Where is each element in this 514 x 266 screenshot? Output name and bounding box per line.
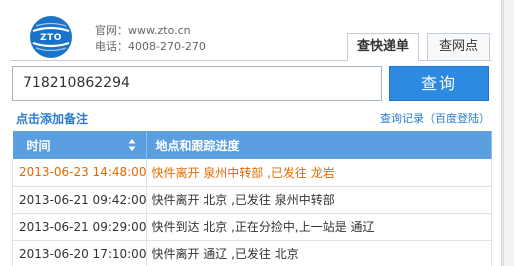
tab-query-outlet[interactable]: 查网点 <box>427 33 490 60</box>
time-header-label: 时间 <box>26 138 51 153</box>
table-row: 2013-06-20 17:10:00 快件离开 通辽 ,已发往 北京 <box>11 240 492 266</box>
place-column-header: 地点和跟踪进度 <box>146 131 492 159</box>
zto-logo: ZTO <box>30 16 72 58</box>
sort-icon[interactable] <box>128 138 136 152</box>
table-row: 2013-06-23 14:48:00 快件离开 泉州中转部 ,已发往 龙岩 <box>11 159 492 187</box>
website-line: 官网：www.zto.cn <box>95 24 191 37</box>
tracking-table: 时间 地点和跟踪进度 2013-06-23 14:48:00 快件离开 泉州中转… <box>11 131 492 266</box>
phone-line: 电话：4008-270-270 <box>95 40 206 53</box>
logo-text: ZTO <box>40 33 62 43</box>
tab-query-express[interactable]: 查快递单 <box>347 33 419 61</box>
row-time: 2013-06-21 09:42:00 <box>11 186 148 214</box>
row-time: 2013-06-20 17:10:00 <box>11 240 148 266</box>
query-button[interactable]: 查询 <box>389 66 489 101</box>
row-status: 快件到达 北京 ,正在分捡中,上一站是 通辽 <box>146 213 492 241</box>
row-time: 2013-06-21 09:29:00 <box>11 213 148 241</box>
table-row: 2013-06-21 09:42:00 快件离开 北京 ,已发往 泉州中转部 <box>11 186 492 214</box>
tracking-number-input[interactable]: 718210862294 <box>12 66 382 101</box>
row-status: 快件离开 北京 ,已发往 泉州中转部 <box>146 186 492 214</box>
tab-divider <box>10 60 492 61</box>
row-time: 2013-06-23 14:48:00 <box>11 159 148 187</box>
site-info: 官网：www.zto.cn 电话：4008-270-270 <box>95 23 206 55</box>
table-row: 2013-06-21 09:29:00 快件到达 北京 ,正在分捡中,上一站是 … <box>11 213 492 241</box>
row-status: 快件离开 通辽 ,已发往 北京 <box>146 240 492 266</box>
express-query-panel: ZTO 官网：www.zto.cn 电话：4008-270-270 查快递单 查… <box>0 0 502 266</box>
table-header-row: 时间 地点和跟踪进度 <box>12 131 492 159</box>
query-history-link[interactable]: 查询记录（百度登陆） <box>380 110 490 126</box>
time-column-header[interactable]: 时间 <box>12 131 148 159</box>
scrollbar[interactable] <box>503 0 514 266</box>
row-status: 快件离开 泉州中转部 ,已发往 龙岩 <box>146 159 492 187</box>
add-note-link[interactable]: 点击添加备注 <box>16 110 88 127</box>
